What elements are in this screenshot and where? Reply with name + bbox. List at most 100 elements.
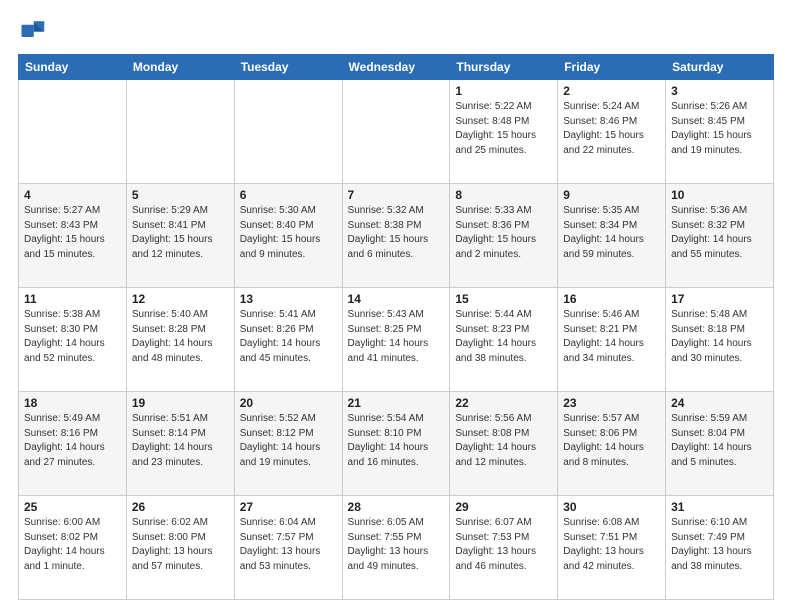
calendar-cell (342, 80, 450, 184)
calendar-cell: 13Sunrise: 5:41 AMSunset: 8:26 PMDayligh… (234, 288, 342, 392)
calendar-cell: 16 Sunrise: 5:46 AMSunset: 8:21 PMDayligh… (558, 288, 666, 392)
day-number: 1 (455, 84, 552, 98)
day-info: Sunrise: 5:38 AMSunset: 8:30 PMDaylight:… (24, 308, 121, 366)
day-info: Sunrise: 5:52 AMSunset: 8:12 PMDaylight:… (240, 412, 337, 470)
day-info: Sunrise: 5:40 AMSunset: 8:28 PMDaylight:… (132, 308, 229, 366)
calendar-cell: 22Sunrise: 5:56 AMSunset: 8:08 PMDayligh… (450, 392, 558, 496)
day-number: 3 (671, 84, 768, 98)
day-number: 22 (455, 396, 552, 410)
day-info: Sunrise: 5:24 AMSunset: 8:46 PMDaylight:… (563, 100, 660, 158)
weekday-header-thursday: Thursday (450, 55, 558, 80)
calendar-cell: 28 Sunrise: 6:05 AMSunset: 7:55 PMDayligh… (342, 496, 450, 600)
day-number: 25 (24, 500, 121, 514)
calendar-cell: 18 Sunrise: 5:49 AMSunset: 8:16 PMDayligh… (19, 392, 127, 496)
calendar-cell: 4 Sunrise: 5:27 AMSunset: 8:43 PMDaylight… (19, 184, 127, 288)
calendar-cell: 14Sunrise: 5:43 AMSunset: 8:25 PMDayligh… (342, 288, 450, 392)
calendar-cell: 20 Sunrise: 5:52 AMSunset: 8:12 PMDayligh… (234, 392, 342, 496)
day-number: 28 (348, 500, 445, 514)
day-info: Sunrise: 5:36 AMSunset: 8:32 PMDaylight:… (671, 204, 768, 262)
day-number: 4 (24, 188, 121, 202)
day-number: 20 (240, 396, 337, 410)
day-number: 9 (563, 188, 660, 202)
calendar-cell: 7 Sunrise: 5:32 AMSunset: 8:38 PMDaylight… (342, 184, 450, 288)
day-info: Sunrise: 5:35 AMSunset: 8:34 PMDaylight:… (563, 204, 660, 262)
weekday-header-monday: Monday (126, 55, 234, 80)
day-number: 8 (455, 188, 552, 202)
calendar-cell: 11 Sunrise: 5:38 AMSunset: 8:30 PMDayligh… (19, 288, 127, 392)
day-info: Sunrise: 6:02 AMSunset: 8:00 PMDaylight:… (132, 516, 229, 574)
day-info: Sunrise: 5:51 AMSunset: 8:14 PMDaylight:… (132, 412, 229, 470)
day-info: Sunrise: 6:07 AMSunset: 7:53 PMDaylight:… (455, 516, 552, 574)
day-info: Sunrise: 5:41 AMSunset: 8:26 PMDaylight:… (240, 308, 337, 366)
day-number: 30 (563, 500, 660, 514)
day-number: 31 (671, 500, 768, 514)
day-number: 19 (132, 396, 229, 410)
calendar-cell: 8 Sunrise: 5:33 AMSunset: 8:36 PMDaylight… (450, 184, 558, 288)
day-number: 11 (24, 292, 121, 306)
calendar-cell: 10 Sunrise: 5:36 AMSunset: 8:32 PMDayligh… (666, 184, 774, 288)
calendar-cell: 1Sunrise: 5:22 AMSunset: 8:48 PMDaylight… (450, 80, 558, 184)
calendar-cell (19, 80, 127, 184)
calendar-cell: 5 Sunrise: 5:29 AMSunset: 8:41 PMDaylight… (126, 184, 234, 288)
calendar-cell: 15 Sunrise: 5:44 AMSunset: 8:23 PMDayligh… (450, 288, 558, 392)
day-info: Sunrise: 5:46 AMSunset: 8:21 PMDaylight:… (563, 308, 660, 366)
day-number: 18 (24, 396, 121, 410)
weekday-header-friday: Friday (558, 55, 666, 80)
day-number: 10 (671, 188, 768, 202)
calendar-cell (126, 80, 234, 184)
day-info: Sunrise: 5:57 AMSunset: 8:06 PMDaylight:… (563, 412, 660, 470)
week-row-1: 4 Sunrise: 5:27 AMSunset: 8:43 PMDaylight… (19, 184, 774, 288)
day-number: 23 (563, 396, 660, 410)
day-info: Sunrise: 5:29 AMSunset: 8:41 PMDaylight:… (132, 204, 229, 262)
day-info: Sunrise: 6:05 AMSunset: 7:55 PMDaylight:… (348, 516, 445, 574)
day-number: 12 (132, 292, 229, 306)
day-info: Sunrise: 6:04 AMSunset: 7:57 PMDaylight:… (240, 516, 337, 574)
day-info: Sunrise: 5:33 AMSunset: 8:36 PMDaylight:… (455, 204, 552, 262)
day-number: 7 (348, 188, 445, 202)
week-row-3: 18 Sunrise: 5:49 AMSunset: 8:16 PMDayligh… (19, 392, 774, 496)
calendar-cell: 24 Sunrise: 5:59 AMSunset: 8:04 PMDayligh… (666, 392, 774, 496)
day-number: 5 (132, 188, 229, 202)
calendar-cell: 12 Sunrise: 5:40 AMSunset: 8:28 PMDayligh… (126, 288, 234, 392)
day-number: 16 (563, 292, 660, 306)
calendar-page: SundayMondayTuesdayWednesdayThursdayFrid… (0, 0, 792, 612)
day-info: Sunrise: 6:08 AMSunset: 7:51 PMDaylight:… (563, 516, 660, 574)
day-info: Sunrise: 5:49 AMSunset: 8:16 PMDaylight:… (24, 412, 121, 470)
day-number: 21 (348, 396, 445, 410)
calendar-cell: 30 Sunrise: 6:08 AMSunset: 7:51 PMDayligh… (558, 496, 666, 600)
calendar-cell: 19 Sunrise: 5:51 AMSunset: 8:14 PMDayligh… (126, 392, 234, 496)
logo (18, 16, 50, 44)
day-number: 27 (240, 500, 337, 514)
day-info: Sunrise: 6:10 AMSunset: 7:49 PMDaylight:… (671, 516, 768, 574)
day-info: Sunrise: 5:48 AMSunset: 8:18 PMDaylight:… (671, 308, 768, 366)
calendar-cell: 21 Sunrise: 5:54 AMSunset: 8:10 PMDayligh… (342, 392, 450, 496)
header (18, 16, 774, 44)
calendar-cell: 2 Sunrise: 5:24 AMSunset: 8:46 PMDaylight… (558, 80, 666, 184)
day-info: Sunrise: 5:44 AMSunset: 8:23 PMDaylight:… (455, 308, 552, 366)
day-number: 15 (455, 292, 552, 306)
day-number: 29 (455, 500, 552, 514)
weekday-header-sunday: Sunday (19, 55, 127, 80)
day-info: Sunrise: 5:43 AMSunset: 8:25 PMDaylight:… (348, 308, 445, 366)
week-row-0: 1Sunrise: 5:22 AMSunset: 8:48 PMDaylight… (19, 80, 774, 184)
weekday-header-saturday: Saturday (666, 55, 774, 80)
calendar-cell: 31 Sunrise: 6:10 AMSunset: 7:49 PMDayligh… (666, 496, 774, 600)
day-info: Sunrise: 6:00 AMSunset: 8:02 PMDaylight:… (24, 516, 121, 574)
calendar-cell: 26Sunrise: 6:02 AMSunset: 8:00 PMDayligh… (126, 496, 234, 600)
weekday-header-wednesday: Wednesday (342, 55, 450, 80)
calendar-cell: 29 Sunrise: 6:07 AMSunset: 7:53 PMDayligh… (450, 496, 558, 600)
day-number: 2 (563, 84, 660, 98)
calendar-cell: 25 Sunrise: 6:00 AMSunset: 8:02 PMDayligh… (19, 496, 127, 600)
calendar-cell: 23 Sunrise: 5:57 AMSunset: 8:06 PMDayligh… (558, 392, 666, 496)
day-info: Sunrise: 5:54 AMSunset: 8:10 PMDaylight:… (348, 412, 445, 470)
weekday-header-tuesday: Tuesday (234, 55, 342, 80)
calendar-cell: 6 Sunrise: 5:30 AMSunset: 8:40 PMDaylight… (234, 184, 342, 288)
day-number: 24 (671, 396, 768, 410)
day-info: Sunrise: 5:30 AMSunset: 8:40 PMDaylight:… (240, 204, 337, 262)
calendar-cell: 9 Sunrise: 5:35 AMSunset: 8:34 PMDaylight… (558, 184, 666, 288)
day-info: Sunrise: 5:59 AMSunset: 8:04 PMDaylight:… (671, 412, 768, 470)
day-number: 6 (240, 188, 337, 202)
day-info: Sunrise: 5:27 AMSunset: 8:43 PMDaylight:… (24, 204, 121, 262)
day-info: Sunrise: 5:32 AMSunset: 8:38 PMDaylight:… (348, 204, 445, 262)
calendar-cell (234, 80, 342, 184)
